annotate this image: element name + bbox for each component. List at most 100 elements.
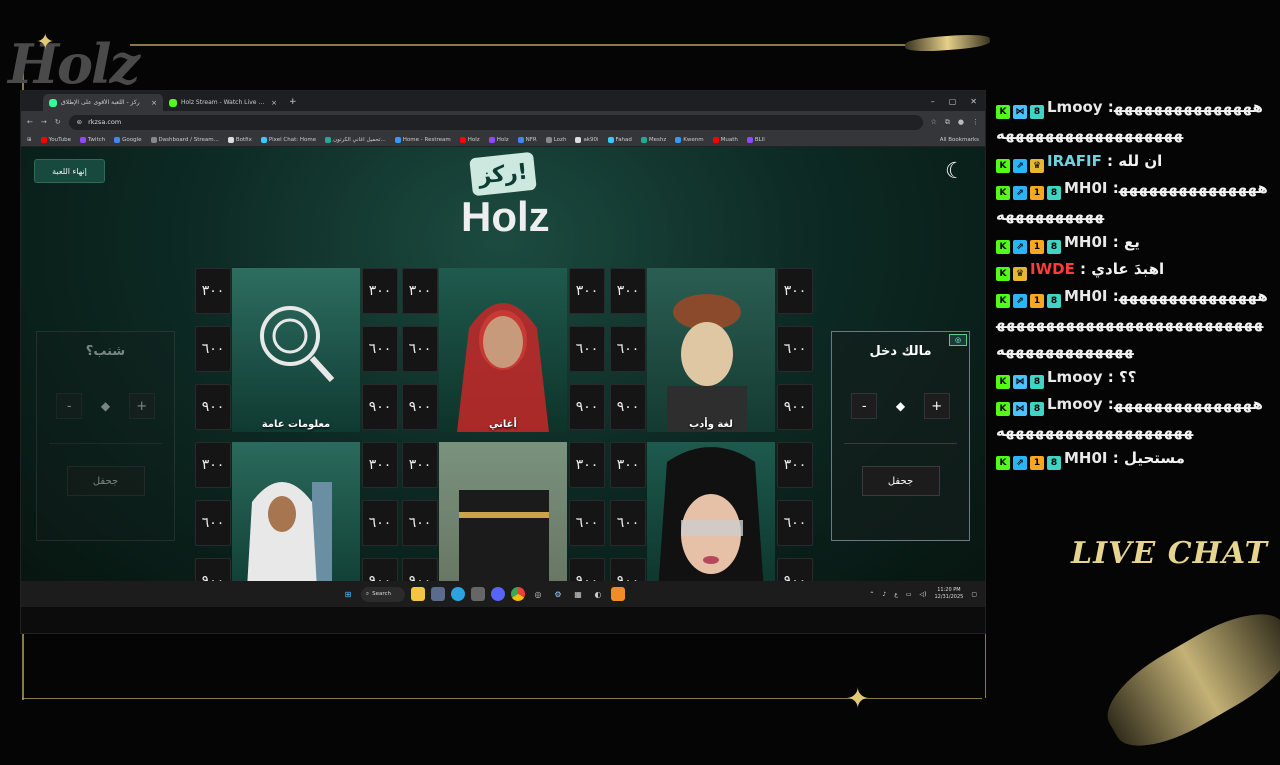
points-right-button[interactable]: ٦٠٠: [569, 500, 605, 546]
network-icon[interactable]: ▭: [906, 591, 912, 598]
chat-username[interactable]: Lmooy: [1047, 368, 1103, 386]
bookmark-item[interactable]: Kwenm: [675, 136, 704, 143]
points-left-button[interactable]: ٦٠٠: [610, 500, 646, 546]
bookmark-item[interactable]: Dashboard / Stream...: [150, 136, 219, 143]
tab-kick[interactable]: Holz Stream - Watch Live on Kick ×: [163, 94, 283, 111]
close-tab-icon[interactable]: ×: [271, 99, 277, 107]
points-right-button[interactable]: ٩٠٠: [362, 384, 398, 430]
bookmark-item[interactable]: تحميل اغاني الكرتون...: [325, 136, 386, 143]
jahfal-button[interactable]: جحفل: [66, 466, 145, 496]
notifications-icon[interactable]: ▢: [971, 591, 977, 598]
minus-button[interactable]: -: [851, 393, 878, 419]
bookmark-item[interactable]: Twitch: [79, 136, 105, 143]
points-left-button[interactable]: ٦٠٠: [195, 500, 231, 546]
menu-icon[interactable]: ⋮: [972, 118, 979, 126]
bookmark-item[interactable]: Botfix: [227, 136, 252, 143]
chat-username[interactable]: IWDE: [1030, 260, 1075, 278]
extensions-icon[interactable]: ⧉: [945, 118, 950, 127]
points-left-button[interactable]: ٣٠٠: [402, 442, 438, 488]
chat-username[interactable]: Lmooy: [1047, 395, 1103, 413]
bookmark-item[interactable]: Holz: [488, 136, 509, 143]
steam-icon[interactable]: ⚙: [551, 587, 565, 601]
points-left-button[interactable]: ٣٠٠: [195, 442, 231, 488]
points-left-button[interactable]: ٦٠٠: [195, 326, 231, 372]
app-icon[interactable]: [611, 587, 625, 601]
points-left-button[interactable]: ٣٠٠: [195, 268, 231, 314]
category-card[interactable]: معلومات عامة ٣٠٠ ٣٠٠ ٦٠٠ ٦٠٠ ٩٠٠ ٩٠٠: [195, 268, 398, 432]
chrome-icon[interactable]: [511, 587, 525, 601]
minimize-button[interactable]: –: [931, 97, 935, 106]
minus-button[interactable]: -: [56, 393, 83, 419]
keyboard-icon[interactable]: ▦: [571, 587, 585, 601]
points-left-button[interactable]: ٩٠٠: [195, 384, 231, 430]
points-right-button[interactable]: ٦٠٠: [362, 326, 398, 372]
helper-badge-icon[interactable]: ◎: [949, 334, 967, 346]
all-bookmarks-button[interactable]: All Bookmarks: [940, 137, 979, 143]
obs-icon[interactable]: ◎: [531, 587, 545, 601]
points-right-button[interactable]: ٣٠٠: [777, 442, 813, 488]
points-right-button[interactable]: ٣٠٠: [777, 268, 813, 314]
points-left-button[interactable]: ٦٠٠: [402, 326, 438, 372]
moon-icon[interactable]: ☾: [945, 161, 967, 183]
chat-username[interactable]: IRAFIF: [1047, 152, 1102, 170]
points-left-button[interactable]: ٣٠٠: [610, 442, 646, 488]
profile-icon[interactable]: ●: [958, 118, 964, 126]
points-left-button[interactable]: ٦٠٠: [402, 500, 438, 546]
forward-icon[interactable]: →: [41, 118, 47, 126]
points-right-button[interactable]: ٩٠٠: [569, 384, 605, 430]
points-right-button[interactable]: ٦٠٠: [569, 326, 605, 372]
plus-button[interactable]: +: [923, 393, 950, 419]
points-right-button[interactable]: ٩٠٠: [777, 384, 813, 430]
bookmark-item[interactable]: Fahad: [607, 136, 632, 143]
app-icon[interactable]: ◐: [591, 587, 605, 601]
close-tab-icon[interactable]: ×: [151, 99, 157, 107]
volume-icon[interactable]: ◁): [920, 591, 927, 598]
file-explorer-icon[interactable]: [411, 587, 425, 601]
bookmark-item[interactable]: Meshz: [640, 136, 666, 143]
store-icon[interactable]: [431, 587, 445, 601]
category-card[interactable]: لغة وأدب ٣٠٠ ٣٠٠ ٦٠٠ ٦٠٠ ٩٠٠ ٩٠٠: [610, 268, 813, 432]
points-right-button[interactable]: ٣٠٠: [569, 268, 605, 314]
points-left-button[interactable]: ٩٠٠: [610, 384, 646, 430]
points-right-button[interactable]: ٣٠٠: [362, 442, 398, 488]
discord-icon[interactable]: [491, 587, 505, 601]
bookmark-item[interactable]: Lozh: [545, 136, 566, 143]
windows-start-icon[interactable]: ⊞: [341, 587, 355, 601]
settings-icon[interactable]: [471, 587, 485, 601]
points-left-button[interactable]: ٣٠٠: [610, 268, 646, 314]
chat-username[interactable]: Lmooy: [1047, 98, 1103, 116]
bookmark-item[interactable]: Holz: [459, 136, 480, 143]
end-game-button[interactable]: إنهاء اللعبة: [34, 159, 105, 183]
points-right-button[interactable]: ٣٠٠: [362, 268, 398, 314]
language-indicator[interactable]: ع: [894, 591, 898, 598]
site-info-icon[interactable]: ⊜: [77, 118, 82, 126]
chat-username[interactable]: MH0I: [1064, 449, 1108, 467]
bookmark-item[interactable]: Pixel Chat: Home: [260, 136, 316, 143]
taskbar-search[interactable]: ⌕ Search: [361, 586, 405, 602]
chevron-up-icon[interactable]: ⌃: [869, 591, 874, 598]
bookmark-item[interactable]: ak90i: [575, 136, 599, 143]
bookmark-item[interactable]: YouTube: [40, 136, 71, 143]
clock[interactable]: 11:20 PM 12/31/2025: [935, 587, 964, 601]
points-right-button[interactable]: ٦٠٠: [362, 500, 398, 546]
points-right-button[interactable]: ٦٠٠: [777, 500, 813, 546]
chat-username[interactable]: MH0I: [1064, 233, 1108, 251]
bookmark-item[interactable]: Google: [114, 136, 142, 143]
mic-icon[interactable]: ♪: [882, 591, 886, 598]
maximize-button[interactable]: ▢: [949, 97, 957, 106]
tab-rkz[interactable]: ركز - اللعبة الأقوى على الإطلاق ×: [43, 94, 163, 111]
category-card[interactable]: أغاني ٣٠٠ ٣٠٠ ٦٠٠ ٦٠٠ ٩٠٠ ٩٠٠: [402, 268, 605, 432]
bookmark-item[interactable]: Muath: [712, 136, 738, 143]
points-left-button[interactable]: ٩٠٠: [402, 384, 438, 430]
plus-button[interactable]: +: [128, 393, 155, 419]
close-window-button[interactable]: ✕: [970, 97, 977, 106]
star-bookmark-icon[interactable]: ☆: [931, 118, 937, 126]
points-right-button[interactable]: ٦٠٠: [777, 326, 813, 372]
jahfal-button[interactable]: جحفل: [861, 466, 940, 496]
apps-icon[interactable]: ⊞: [27, 137, 32, 143]
points-left-button[interactable]: ٣٠٠: [402, 268, 438, 314]
bookmark-item[interactable]: NFR: [517, 136, 537, 143]
bookmark-item[interactable]: BLll: [746, 136, 765, 143]
reload-icon[interactable]: ↻: [55, 118, 61, 126]
chat-username[interactable]: MH0I: [1064, 179, 1108, 197]
